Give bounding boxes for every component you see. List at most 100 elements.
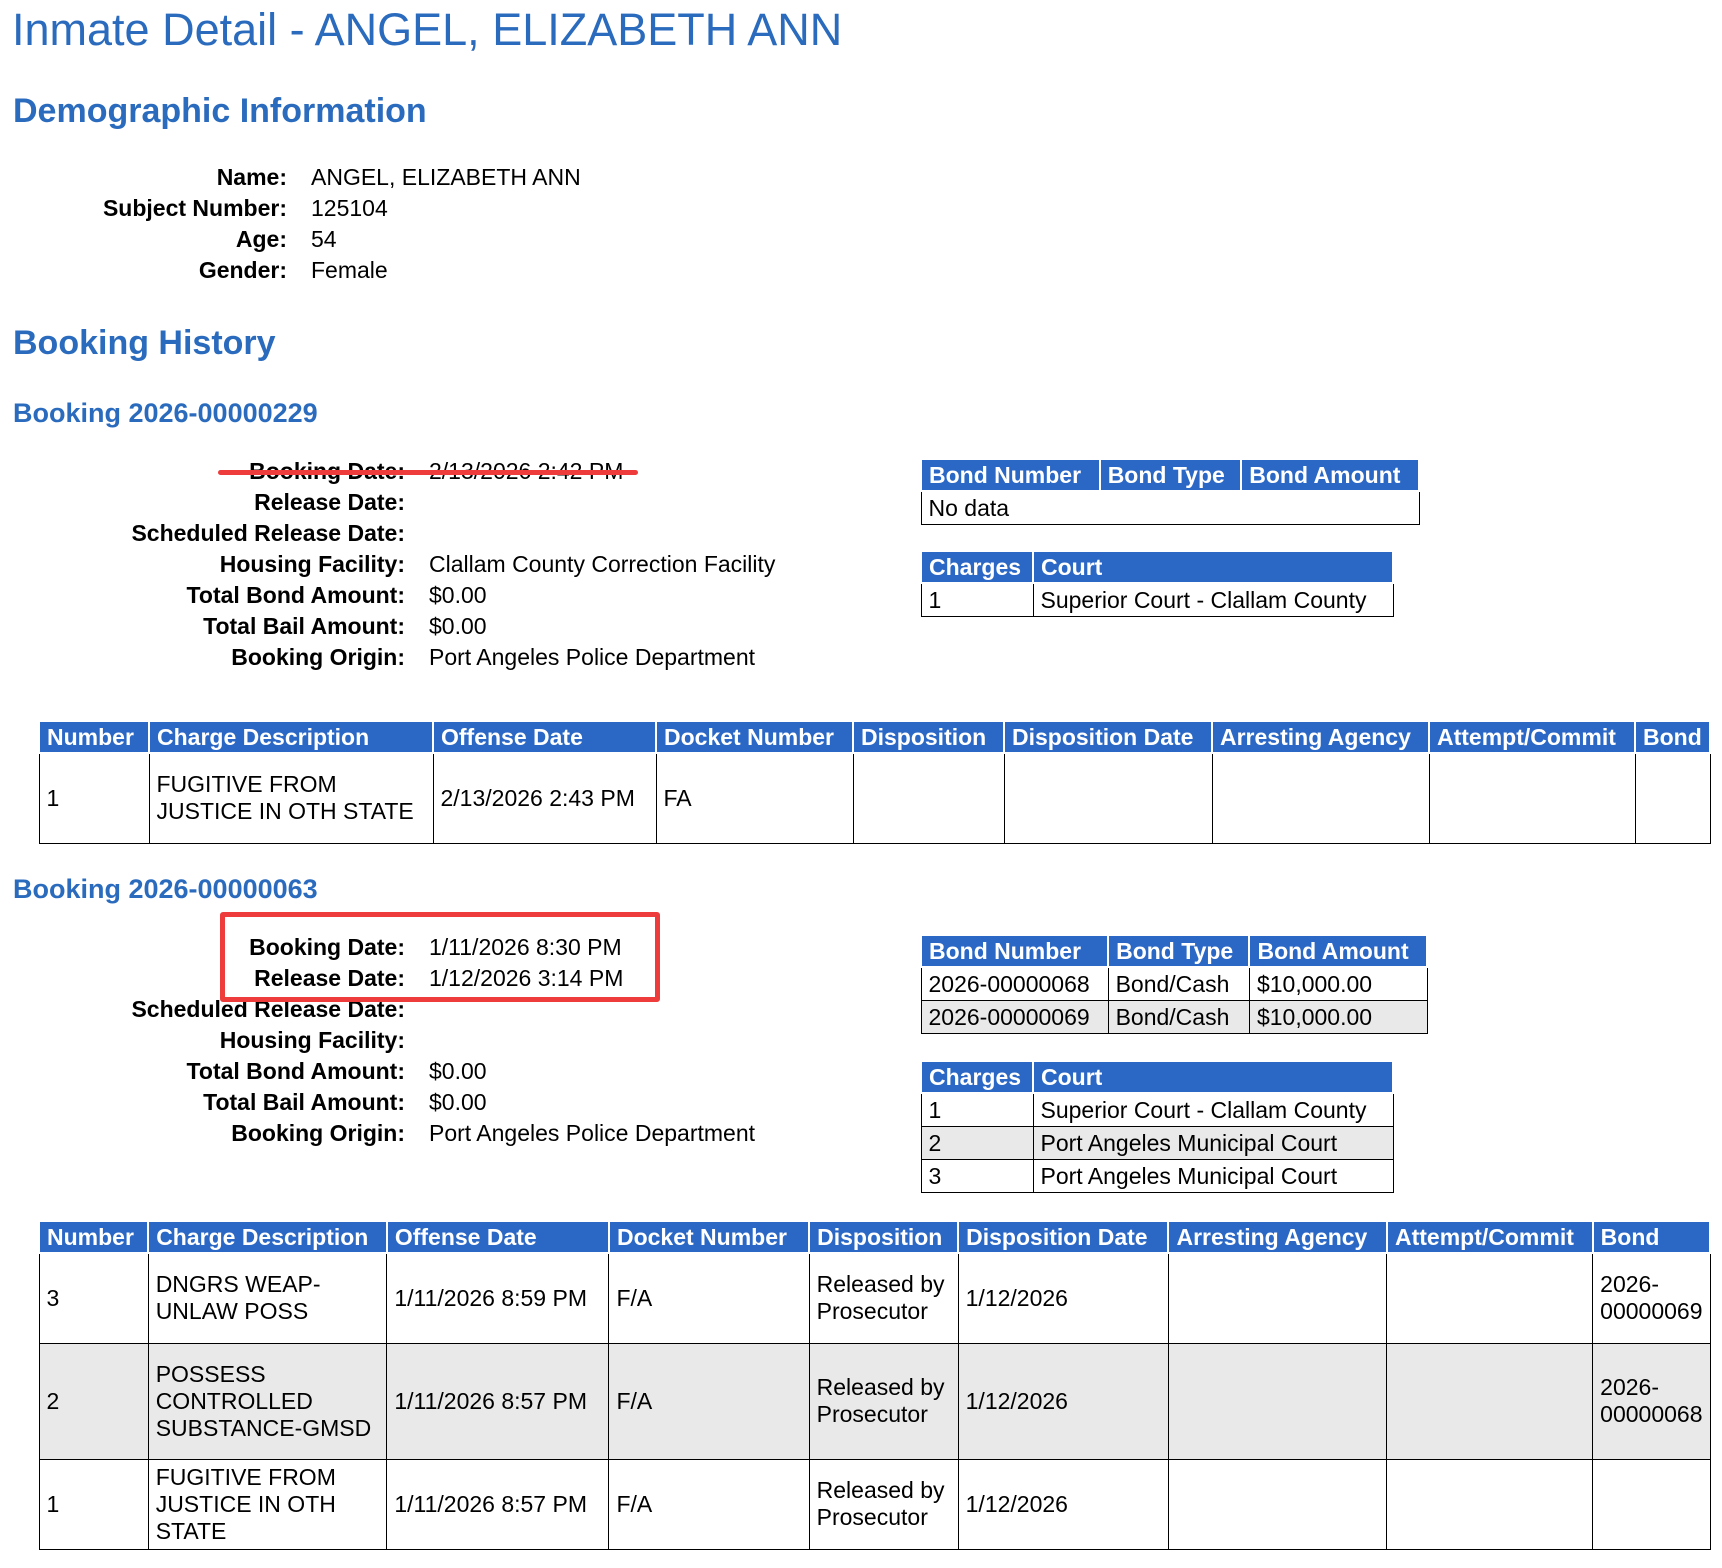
cell — [852, 752, 1005, 844]
column-header: Court — [1032, 550, 1394, 584]
charges-table: Number Charge Description Offense Date D… — [37, 1220, 1712, 1550]
bond-table: Bond Number Bond Type Bond Amount No dat… — [920, 458, 1420, 525]
column-header: Disposition Date — [1003, 720, 1213, 754]
cell — [1634, 752, 1711, 844]
cell — [1386, 1458, 1594, 1550]
column-header: Docket Number — [655, 720, 854, 754]
cell: Released by Prosecutor — [808, 1252, 959, 1344]
booking-heading: Booking 2026-00000063 — [13, 874, 318, 904]
field-label: Booking Origin: — [231, 1120, 405, 1146]
field-value: Clallam County Correction Facility — [429, 551, 776, 577]
column-header: Number — [37, 1220, 150, 1254]
table-row: 2 Port Angeles Municipal Court — [920, 1126, 1394, 1160]
cell: 1 — [38, 1458, 149, 1550]
field-booking-origin: Booking Origin: Port Angeles Police Depar… — [60, 642, 775, 673]
table-row: 1 Superior Court - Clallam County — [920, 1092, 1394, 1127]
field-value: $0.00 — [429, 1089, 487, 1115]
column-header: Bond Type — [1107, 934, 1251, 968]
cell: 1 — [920, 1092, 1034, 1127]
field-label: Total Bond Amount: — [186, 582, 405, 608]
booking-heading: Booking 2026-00000229 — [13, 398, 318, 428]
cell: Released by Prosecutor — [808, 1458, 959, 1550]
field-label: Total Bail Amount: — [203, 1089, 405, 1115]
cell: 1 — [920, 582, 1034, 617]
cell: 2026-00000068 — [920, 966, 1109, 1001]
cell: 1/12/2026 — [957, 1252, 1169, 1344]
cell: FUGITIVE FROM JUSTICE IN OTH STATE — [148, 752, 434, 844]
cell: F/A — [608, 1458, 810, 1550]
field-name: Name: ANGEL, ELIZABETH ANN — [60, 162, 581, 193]
column-header: Disposition — [808, 1220, 960, 1254]
field-label: Scheduled Release Date: — [131, 520, 405, 546]
field-age: Age: 54 — [60, 224, 581, 255]
page-title: Inmate Detail - ANGEL, ELIZABETH ANN — [12, 4, 843, 55]
cell: Released by Prosecutor — [808, 1342, 959, 1460]
cell — [1211, 752, 1430, 844]
cell: Port Angeles Municipal Court — [1032, 1126, 1394, 1160]
column-header: Bond Amount — [1240, 458, 1420, 492]
cell: Superior Court - Clallam County — [1032, 582, 1394, 617]
column-header: Arresting Agency — [1211, 720, 1430, 754]
cell: 1/12/2026 — [957, 1342, 1169, 1460]
cell — [1386, 1252, 1594, 1344]
field-total-bail-amount: Total Bail Amount: $0.00 — [60, 1087, 755, 1118]
column-header: Bond — [1591, 1220, 1712, 1254]
table-row: 3 DNGRS WEAP-UNLAW POSS 1/11/2026 8:59 P… — [38, 1252, 1711, 1344]
column-header: Court — [1032, 1060, 1394, 1094]
cell: 2026-00000069 — [920, 1000, 1109, 1034]
bond-table: Bond Number Bond Type Bond Amount 2026-0… — [919, 934, 1428, 1034]
cell: $10,000.00 — [1248, 1000, 1428, 1034]
column-header: Charges — [920, 1060, 1034, 1094]
field-label: Total Bail Amount: — [203, 613, 405, 639]
field-value: 54 — [311, 226, 337, 252]
cell — [1003, 752, 1213, 844]
table-row: 2026-00000069 Bond/Cash $10,000.00 — [920, 1000, 1428, 1034]
red-box-annotation — [220, 912, 660, 1002]
field-label: Total Bond Amount: — [186, 1058, 405, 1084]
table-row: 2026-00000068 Bond/Cash $10,000.00 — [920, 966, 1428, 1001]
demographics-fields: Name: ANGEL, ELIZABETH ANN Subject Numbe… — [60, 162, 581, 286]
column-header: Disposition Date — [957, 1220, 1170, 1254]
cell: 1 — [38, 752, 150, 844]
court-table: Charges Court 1 Superior Court - Clallam… — [920, 550, 1394, 617]
column-header: Bond — [1634, 720, 1711, 754]
court-table: Charges Court 1 Superior Court - Clallam… — [920, 1060, 1394, 1193]
field-label: Age: — [235, 226, 287, 252]
field-value: Port Angeles Police Department — [429, 1120, 756, 1146]
column-header: Charges — [920, 550, 1034, 584]
column-header: Disposition — [852, 720, 1005, 754]
cell: $10,000.00 — [1248, 966, 1428, 1001]
column-header: Attempt/Commit — [1385, 1220, 1594, 1254]
cell: 2 — [920, 1126, 1034, 1160]
cell — [1167, 1252, 1388, 1344]
cell: 2026-00000069 — [1592, 1252, 1711, 1344]
field-label: Release Date: — [254, 489, 405, 515]
cell: 1/11/2026 8:57 PM — [386, 1458, 610, 1550]
cell: 2 — [38, 1342, 149, 1460]
cell: POSSESS CONTROLLED SUBSTANCE-GMSD — [147, 1342, 388, 1460]
cell: DNGRS WEAP-UNLAW POSS — [147, 1252, 388, 1344]
cell — [1386, 1342, 1594, 1460]
field-gender: Gender: Female — [60, 255, 581, 286]
cell: FUGITIVE FROM JUSTICE IN OTH STATE — [147, 1458, 388, 1550]
field-label: Housing Facility: — [219, 551, 405, 577]
field-label: Booking Origin: — [231, 644, 405, 670]
cell: F/A — [608, 1342, 810, 1460]
cell: 1/11/2026 8:57 PM — [386, 1342, 610, 1460]
table-row: No data — [920, 490, 1420, 525]
column-header: Bond Number — [920, 458, 1101, 492]
column-header: Offense Date — [385, 1220, 610, 1254]
field-total-bail-amount: Total Bail Amount: $0.00 — [60, 611, 775, 642]
column-header: Bond Type — [1098, 458, 1243, 492]
cell: 2026-00000068 — [1592, 1342, 1711, 1460]
table-row: 2 POSSESS CONTROLLED SUBSTANCE-GMSD 1/11… — [38, 1342, 1711, 1460]
cell: 2/13/2026 2:43 PM — [432, 752, 657, 844]
demographics-heading: Demographic Information — [13, 92, 427, 130]
cell — [1167, 1458, 1388, 1550]
field-value: $0.00 — [429, 582, 487, 608]
table-row: 1 FUGITIVE FROM JUSTICE IN OTH STATE 2/1… — [38, 752, 1711, 844]
column-header: Arresting Agency — [1167, 1220, 1388, 1254]
column-header: Number — [38, 720, 150, 754]
cell: Port Angeles Municipal Court — [1032, 1159, 1394, 1193]
table-row: 3 Port Angeles Municipal Court — [920, 1159, 1394, 1193]
